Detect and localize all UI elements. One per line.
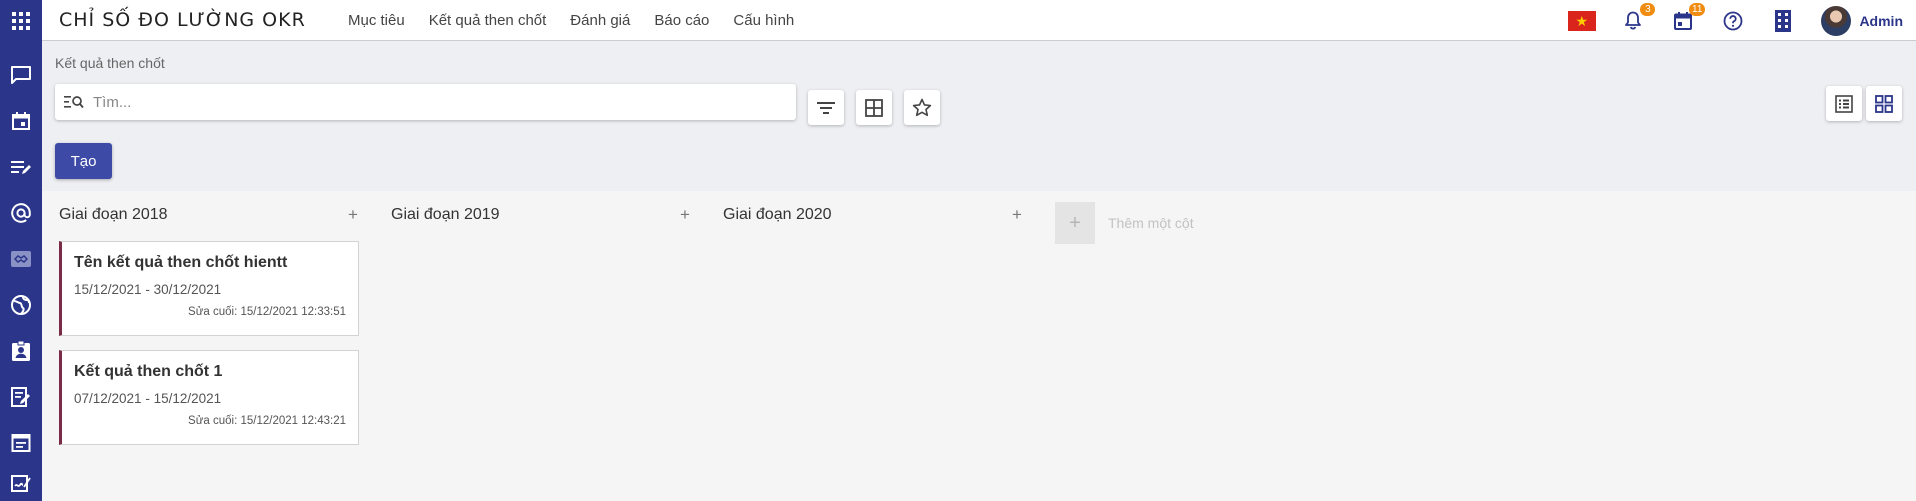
- column-header: Giai đoạn 2018 +: [59, 205, 361, 225]
- control-panel: Kết quả then chốt Tạo: [42, 41, 1916, 191]
- menu-item-evaluation[interactable]: Đánh giá: [570, 12, 630, 29]
- sign-document-icon[interactable]: [6, 468, 36, 498]
- top-menu: Mục tiêu Kết quả then chốt Đánh giá Báo …: [348, 0, 818, 41]
- grid-icon: [865, 98, 883, 117]
- plus-icon: +: [1055, 202, 1095, 244]
- add-column-button[interactable]: + Thêm một cột: [1055, 202, 1194, 244]
- search-bar[interactable]: [55, 84, 796, 120]
- at-sign-icon[interactable]: [6, 198, 36, 228]
- calendar-icon[interactable]: [6, 106, 36, 136]
- column-header: Giai đoạn 2019 +: [391, 205, 693, 225]
- chat-icon[interactable]: [6, 60, 36, 90]
- group-by-button[interactable]: [856, 90, 892, 125]
- calendar-activity-icon[interactable]: 11: [1671, 2, 1706, 33]
- create-button[interactable]: Tạo: [55, 143, 112, 179]
- menu-item-configuration[interactable]: Cấu hình: [733, 12, 794, 29]
- kanban-card[interactable]: Kết quả then chốt 1 07/12/2021 - 15/12/2…: [59, 350, 359, 445]
- notification-badge: 3: [1640, 2, 1656, 16]
- globe-icon[interactable]: [6, 290, 36, 320]
- card-last-modified: Sửa cuối: 15/12/2021 12:43:21: [188, 415, 346, 427]
- kanban-view-button[interactable]: [1866, 86, 1902, 121]
- apps-menu-icon[interactable]: [0, 0, 42, 41]
- top-navbar: CHỈ SỐ ĐO LƯỜNG OKR Mục tiêu Kết quả the…: [0, 0, 1916, 41]
- user-name[interactable]: Admin: [1859, 13, 1903, 29]
- help-icon[interactable]: [1721, 9, 1745, 33]
- systray: ★ 3 11 Admin: [1568, 0, 1916, 41]
- favorites-button[interactable]: [904, 90, 940, 125]
- column-header: Giai đoạn 2020 +: [723, 205, 1025, 225]
- filter-icon: [817, 101, 835, 114]
- add-column-label: Thêm một cột: [1108, 215, 1194, 231]
- breadcrumb: Kết quả then chốt: [55, 55, 165, 71]
- search-icon: [55, 95, 93, 109]
- column-title[interactable]: Giai đoạn 2020: [723, 206, 832, 224]
- company-building-icon[interactable]: [1771, 9, 1795, 33]
- form-icon[interactable]: [6, 428, 36, 458]
- kanban-board: Giai đoạn 2018 + Tên kết quả then chốt h…: [42, 191, 1916, 501]
- card-last-modified: Sửa cuối: 15/12/2021 12:33:51: [188, 306, 346, 318]
- menu-item-reports[interactable]: Báo cáo: [654, 12, 709, 29]
- column-title[interactable]: Giai đoạn 2019: [391, 206, 500, 224]
- card-dates: 15/12/2021 - 30/12/2021: [74, 282, 222, 297]
- kanban-view-icon: [1875, 94, 1893, 113]
- bell-icon[interactable]: 3: [1621, 2, 1656, 33]
- add-card-icon[interactable]: +: [1009, 205, 1025, 225]
- star-icon: [912, 98, 932, 117]
- list-view-icon: [1835, 94, 1853, 113]
- kanban-card[interactable]: Tên kết quả then chốt hientt 15/12/2021 …: [59, 241, 359, 336]
- sidebar: [0, 41, 42, 501]
- card-title: Kết quả then chốt 1: [74, 363, 223, 380]
- contact-badge-icon[interactable]: [6, 336, 36, 366]
- filter-button[interactable]: [808, 90, 844, 125]
- card-title: Tên kết quả then chốt hientt: [74, 254, 288, 271]
- column-title[interactable]: Giai đoạn 2018: [59, 206, 168, 224]
- activity-badge: 11: [1689, 2, 1706, 16]
- user-avatar[interactable]: [1821, 5, 1852, 36]
- add-card-icon[interactable]: +: [345, 205, 361, 225]
- menu-item-objectives[interactable]: Mục tiêu: [348, 12, 405, 29]
- list-view-button[interactable]: [1826, 86, 1862, 121]
- card-dates: 07/12/2021 - 15/12/2021: [74, 391, 222, 406]
- language-flag-icon[interactable]: ★: [1568, 10, 1597, 31]
- search-input[interactable]: [93, 93, 783, 111]
- module-active-icon[interactable]: [6, 244, 36, 274]
- app-title: CHỈ SỐ ĐO LƯỜNG OKR: [59, 9, 306, 31]
- add-card-icon[interactable]: +: [677, 205, 693, 225]
- note-edit-icon[interactable]: [6, 382, 36, 412]
- list-edit-icon[interactable]: [6, 152, 36, 182]
- menu-item-key-results[interactable]: Kết quả then chốt: [429, 12, 547, 29]
